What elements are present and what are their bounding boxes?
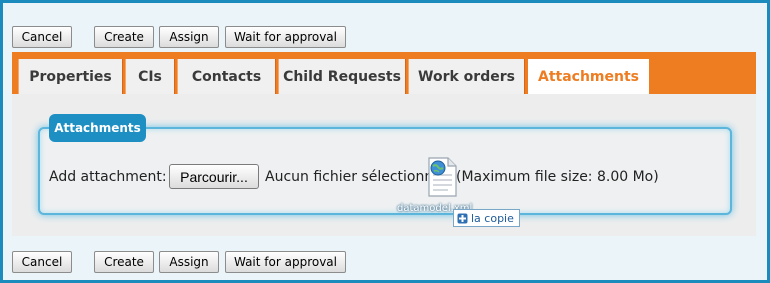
plus-icon bbox=[457, 213, 468, 223]
wait-for-approval-button-top[interactable]: Wait for approval bbox=[225, 26, 346, 48]
tab-properties[interactable]: Properties bbox=[18, 59, 123, 94]
max-file-size-text: (Maximum file size: 8.00 Mo) bbox=[456, 169, 659, 185]
tab-work-orders[interactable]: Work orders bbox=[408, 59, 525, 94]
copy-action-label: la copie bbox=[471, 211, 514, 225]
wait-for-approval-button-bottom[interactable]: Wait for approval bbox=[225, 251, 346, 273]
tab-bar: Properties CIs Contacts Child Requests W… bbox=[12, 52, 756, 94]
no-file-selected-text: Aucun fichier sélectionné bbox=[265, 169, 442, 185]
tab-contacts[interactable]: Contacts bbox=[177, 59, 276, 94]
cancel-button-bottom[interactable]: Cancel bbox=[12, 251, 72, 273]
attachments-legend: Attachments bbox=[49, 114, 146, 142]
tab-attachments[interactable]: Attachments bbox=[528, 59, 649, 94]
tab-child-requests[interactable]: Child Requests bbox=[278, 59, 406, 94]
browse-button[interactable]: Parcourir... bbox=[169, 164, 259, 189]
copy-badge: la copie bbox=[453, 209, 520, 227]
assign-button-bottom[interactable]: Assign bbox=[159, 251, 219, 273]
cancel-button-top[interactable]: Cancel bbox=[12, 26, 72, 48]
create-button-top[interactable]: Create bbox=[94, 26, 154, 48]
add-attachment-label: Add attachment: bbox=[49, 169, 167, 185]
xml-file-icon bbox=[428, 157, 457, 197]
assign-button-top[interactable]: Assign bbox=[159, 26, 219, 48]
tab-cis[interactable]: CIs bbox=[125, 59, 175, 94]
create-button-bottom[interactable]: Create bbox=[94, 251, 154, 273]
